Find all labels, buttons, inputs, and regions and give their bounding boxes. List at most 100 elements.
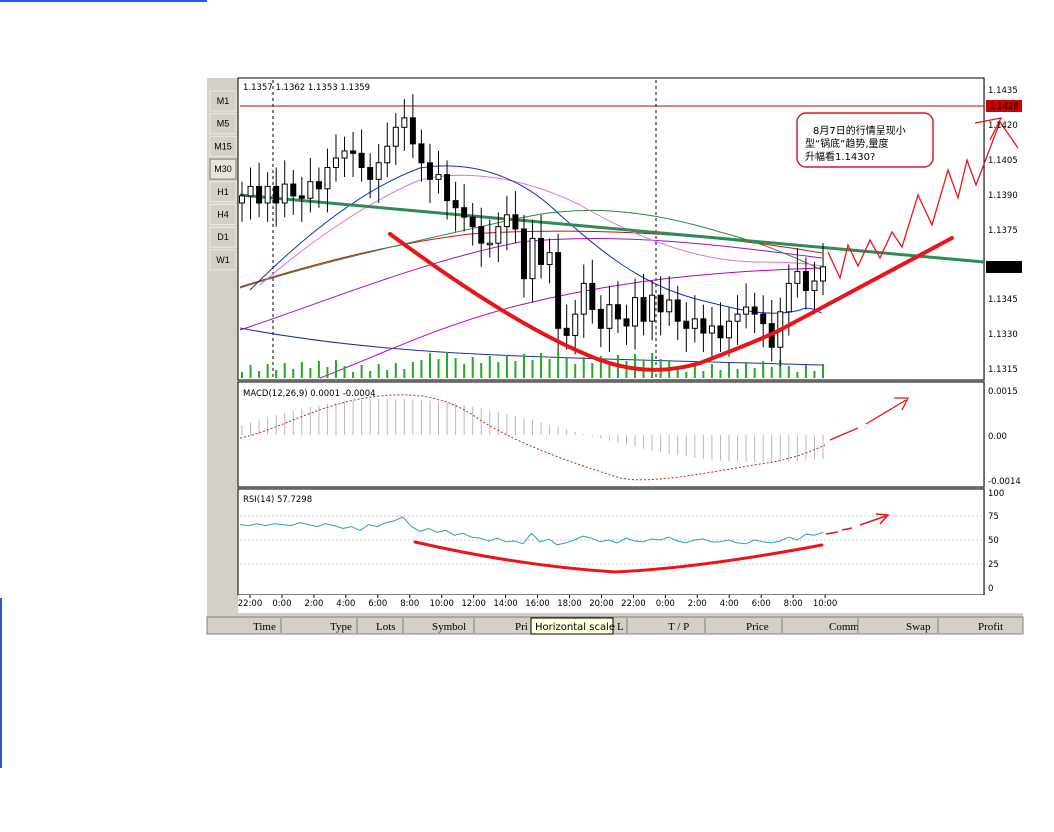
timeframe-button-label: M30 bbox=[214, 164, 232, 174]
volume-bar bbox=[266, 364, 269, 378]
volume-bar bbox=[770, 367, 773, 378]
macd-bar bbox=[711, 435, 713, 460]
price-tick: 1.1315 bbox=[988, 365, 1018, 375]
candle-body-bear bbox=[555, 252, 562, 329]
time-tick-label: 4:00 bbox=[720, 599, 739, 609]
candle-body-bear bbox=[273, 185, 280, 204]
col-tp[interactable]: T / P bbox=[668, 621, 689, 633]
candle-body-bull bbox=[580, 282, 587, 315]
timeframe-button-w1[interactable]: W1 bbox=[209, 249, 237, 271]
price-tick: 1.1345 bbox=[988, 295, 1018, 305]
macd-bar bbox=[292, 410, 294, 435]
volume-bar bbox=[693, 365, 696, 378]
macd-bar bbox=[762, 435, 764, 463]
volume-bar bbox=[241, 372, 243, 378]
candle-body-bull bbox=[341, 150, 348, 159]
volume-bar bbox=[531, 360, 534, 378]
timeframe-button-m15[interactable]: M15 bbox=[209, 135, 237, 157]
volume-bar bbox=[317, 361, 320, 378]
volume-bar bbox=[634, 354, 637, 378]
candle-body-bull bbox=[572, 313, 579, 336]
candle-body-bear bbox=[256, 185, 263, 204]
rsi-label: RSI(14) 57.7298 bbox=[243, 495, 312, 505]
volume-bar bbox=[386, 370, 389, 378]
price-tick: 1.1405 bbox=[988, 156, 1018, 166]
timeframe-button-m5[interactable]: M5 bbox=[209, 113, 237, 135]
time-tick-label: 20:00 bbox=[589, 599, 614, 609]
timeframe-button-h1[interactable]: H1 bbox=[209, 181, 237, 203]
col-lots[interactable]: Lots bbox=[376, 621, 396, 633]
col-time[interactable]: Time bbox=[253, 621, 276, 633]
volume-bar bbox=[796, 372, 799, 378]
col-price-open[interactable]: Pri bbox=[515, 621, 528, 633]
volume-bar bbox=[258, 371, 261, 378]
volume-bar bbox=[326, 367, 329, 378]
time-tick-label: 8:00 bbox=[400, 599, 419, 609]
macd-bar bbox=[728, 435, 730, 462]
candle-body-bear bbox=[563, 327, 570, 336]
volume-bar bbox=[557, 352, 560, 378]
col-symbol[interactable]: Symbol bbox=[432, 621, 466, 633]
candle-body-bear bbox=[358, 152, 365, 169]
macd-bar bbox=[497, 411, 499, 435]
rsi-axis-100: 100 bbox=[988, 489, 1004, 499]
volume-bar bbox=[505, 355, 508, 378]
volume-bar bbox=[625, 361, 628, 378]
candle-body-bear bbox=[298, 195, 305, 199]
time-tick-label: 22:00 bbox=[238, 599, 263, 609]
volume-bar bbox=[352, 372, 355, 378]
rsi-axis-0: 0 bbox=[988, 584, 993, 594]
col-comm[interactable]: Comm bbox=[829, 621, 859, 633]
candle-body-bull bbox=[332, 157, 339, 169]
candle-body-bull bbox=[785, 282, 792, 313]
volume-bar bbox=[728, 363, 731, 378]
candle-body-bull bbox=[495, 226, 502, 244]
macd-bar bbox=[352, 400, 354, 435]
col-price[interactable]: Price bbox=[746, 621, 769, 633]
macd-bar bbox=[737, 435, 739, 462]
volume-bar bbox=[369, 371, 372, 378]
volume-bar bbox=[309, 368, 312, 378]
macd-bar bbox=[805, 435, 807, 461]
candle-body-bear bbox=[452, 200, 459, 209]
candle-body-bear bbox=[418, 143, 425, 164]
candle-body-bull bbox=[743, 306, 750, 315]
timeframe-button-h4[interactable]: H4 bbox=[209, 204, 237, 225]
volume-bar bbox=[360, 365, 363, 378]
macd-bar bbox=[326, 403, 328, 435]
macd-bar bbox=[420, 399, 422, 435]
macd-bar bbox=[438, 401, 440, 435]
annotation-line-2: 型“锅底”趋势,量度 bbox=[805, 137, 889, 150]
macd-bar bbox=[250, 422, 252, 435]
timeframe-button-d1[interactable]: D1 bbox=[209, 226, 237, 248]
col-profit[interactable]: Profit bbox=[978, 621, 1003, 633]
timeframe-button-m30[interactable]: M30 bbox=[209, 158, 237, 180]
col-sl[interactable]: L bbox=[617, 621, 624, 633]
volume-bar bbox=[745, 362, 748, 378]
col-type[interactable]: Type bbox=[330, 621, 352, 633]
price-tick: 1.1390 bbox=[988, 191, 1018, 201]
candle-body-bull bbox=[708, 325, 715, 334]
timeframe-button-m1[interactable]: M1 bbox=[209, 90, 237, 112]
candle-body-bull bbox=[649, 294, 656, 322]
macd-bar bbox=[301, 408, 303, 435]
volume-bar bbox=[762, 361, 765, 378]
timeframe-button-label: M1 bbox=[217, 96, 230, 106]
candle-body-bear bbox=[512, 214, 519, 230]
time-tick-label: 22:00 bbox=[621, 599, 646, 609]
candle-body-bull bbox=[546, 252, 553, 265]
candle-body-bear bbox=[478, 226, 485, 244]
time-tick-label: 8:00 bbox=[784, 599, 803, 609]
col-swap[interactable]: Swap bbox=[906, 621, 931, 633]
candle-body-bear bbox=[597, 308, 604, 329]
candle-body-bull bbox=[606, 304, 613, 329]
time-tick-label: 0:00 bbox=[272, 599, 291, 609]
annotation-line-1: 8月7日的行情呈现小 bbox=[813, 124, 906, 137]
horizontal-scale-text: Horizontal scale bbox=[535, 622, 615, 633]
timeframe-button-label: H1 bbox=[217, 187, 229, 197]
volume-bar bbox=[394, 363, 397, 378]
macd-bar bbox=[403, 398, 405, 435]
volume-bar bbox=[787, 366, 790, 378]
candle-body-bull bbox=[401, 117, 408, 128]
candle-body-bull bbox=[734, 313, 741, 322]
